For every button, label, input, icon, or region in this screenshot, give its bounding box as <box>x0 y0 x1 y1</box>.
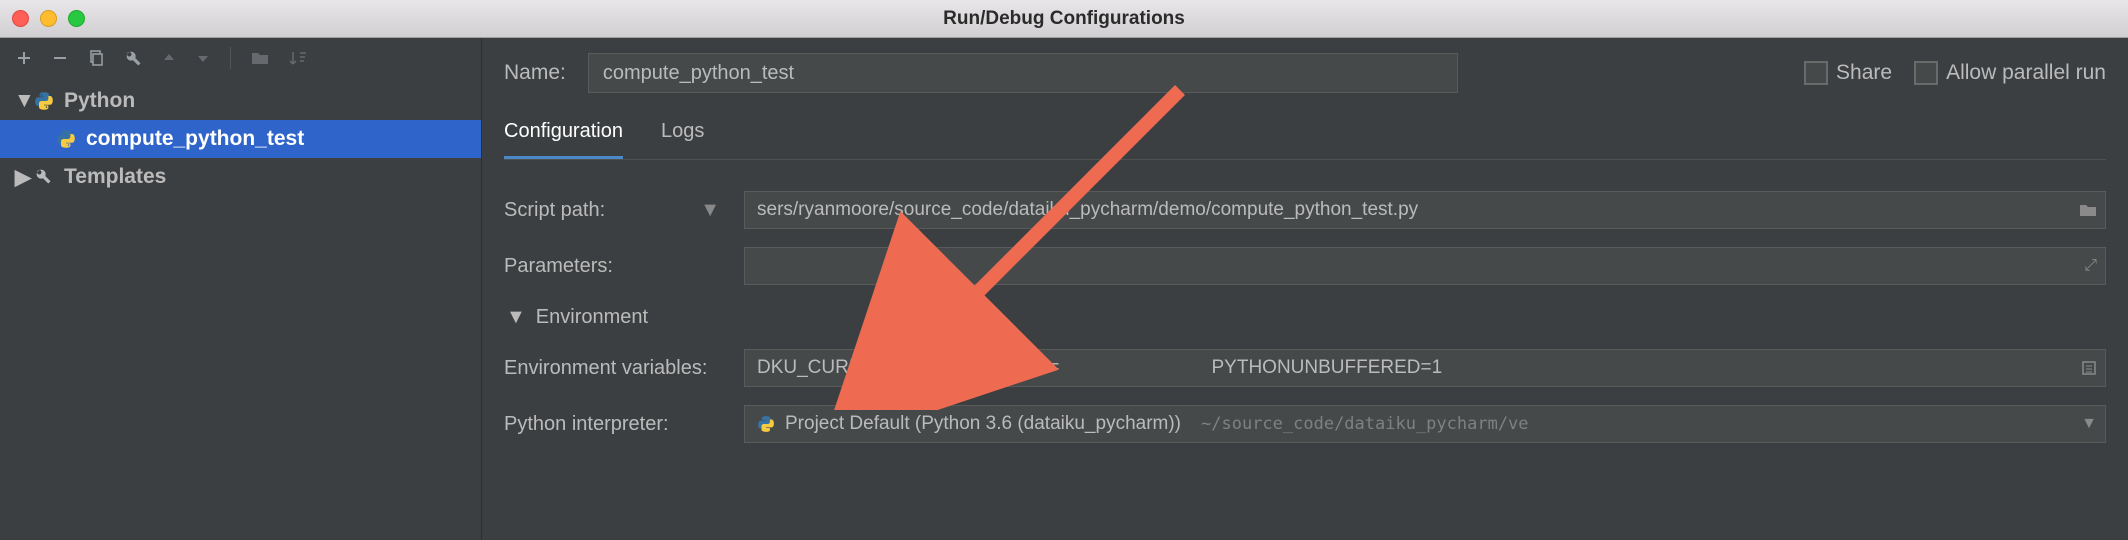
add-icon[interactable] <box>16 50 32 66</box>
share-checkbox[interactable]: Share <box>1804 61 1892 85</box>
tree-item-label: compute_python_test <box>86 127 304 151</box>
window-close-button[interactable] <box>12 10 29 27</box>
sort-icon[interactable] <box>289 50 307 66</box>
edit-list-icon[interactable] <box>2081 360 2097 376</box>
config-tabs: Configuration Logs <box>504 120 2106 160</box>
config-editor: Name: Share Allow parallel run Configura… <box>482 38 2128 540</box>
wrench-icon[interactable] <box>124 49 142 67</box>
interpreter-path: ~/source_code/dataiku_pycharm/ve <box>1201 414 1529 434</box>
toolbar-separator <box>230 47 231 69</box>
move-down-icon[interactable] <box>196 51 210 65</box>
window-title: Run/Debug Configurations <box>943 8 1185 30</box>
tab-logs[interactable]: Logs <box>661 120 704 159</box>
tree-group-python[interactable]: ▼ Python <box>0 82 481 120</box>
browse-folder-icon[interactable] <box>2079 203 2097 217</box>
env-vars-field[interactable]: DKU_CURRENT_PROJECT_KEY= PYTHONUNBUFFERE… <box>744 349 2106 387</box>
script-path-value: sers/ryanmoore/source_code/dataiku_pycha… <box>757 199 1418 221</box>
move-up-icon[interactable] <box>162 51 176 65</box>
config-tree: ▼ Python compute_python_test ▶ Templates <box>0 78 481 196</box>
python-icon <box>757 415 775 433</box>
python-icon <box>34 91 54 111</box>
traffic-lights <box>12 10 85 27</box>
parameters-field[interactable]: ⤢ <box>744 247 2106 285</box>
wrench-icon <box>34 167 54 187</box>
tree-group-label: Python <box>64 89 135 113</box>
chevron-down-icon: ▼ <box>506 306 526 329</box>
sidebar-toolbar <box>0 38 481 78</box>
interpreter-label: Python interpreter: <box>504 413 744 436</box>
name-input[interactable] <box>588 53 1458 93</box>
environment-section-header[interactable]: ▼ Environment <box>504 294 2106 340</box>
configurations-sidebar: ▼ Python compute_python_test ▶ Templates <box>0 38 482 540</box>
python-icon <box>56 129 76 149</box>
window-minimize-button[interactable] <box>40 10 57 27</box>
name-label: Name: <box>504 61 566 85</box>
tab-configuration[interactable]: Configuration <box>504 120 623 159</box>
interpreter-dropdown[interactable]: Project Default (Python 3.6 (dataiku_pyc… <box>744 405 2106 443</box>
allow-parallel-checkbox[interactable]: Allow parallel run <box>1914 61 2106 85</box>
script-path-label: Script path: ▼ <box>504 199 744 222</box>
titlebar: Run/Debug Configurations <box>0 0 2128 38</box>
remove-icon[interactable] <box>52 50 68 66</box>
interpreter-name: Project Default (Python 3.6 (dataiku_pyc… <box>785 413 1181 435</box>
env-vars-value: DKU_CURRENT_PROJECT_KEY= PYTHONUNBUFFERE… <box>757 357 1442 379</box>
window-maximize-button[interactable] <box>68 10 85 27</box>
expand-icon[interactable]: ⤢ <box>2084 257 2097 275</box>
chevron-right-icon: ▶ <box>14 165 32 190</box>
script-path-field[interactable]: sers/ryanmoore/source_code/dataiku_pycha… <box>744 191 2106 229</box>
env-vars-label: Environment variables: <box>504 357 744 380</box>
tree-item-selected[interactable]: compute_python_test <box>0 120 481 158</box>
copy-icon[interactable] <box>88 50 104 66</box>
tree-group-templates[interactable]: ▶ Templates <box>0 158 481 196</box>
folder-icon[interactable] <box>251 50 269 66</box>
parameters-label: Parameters: <box>504 255 744 278</box>
tree-group-label: Templates <box>64 165 166 189</box>
chevron-down-icon[interactable]: ▼ <box>2081 415 2097 433</box>
chevron-down-icon: ▼ <box>14 89 32 113</box>
chevron-down-icon[interactable]: ▼ <box>700 199 720 222</box>
